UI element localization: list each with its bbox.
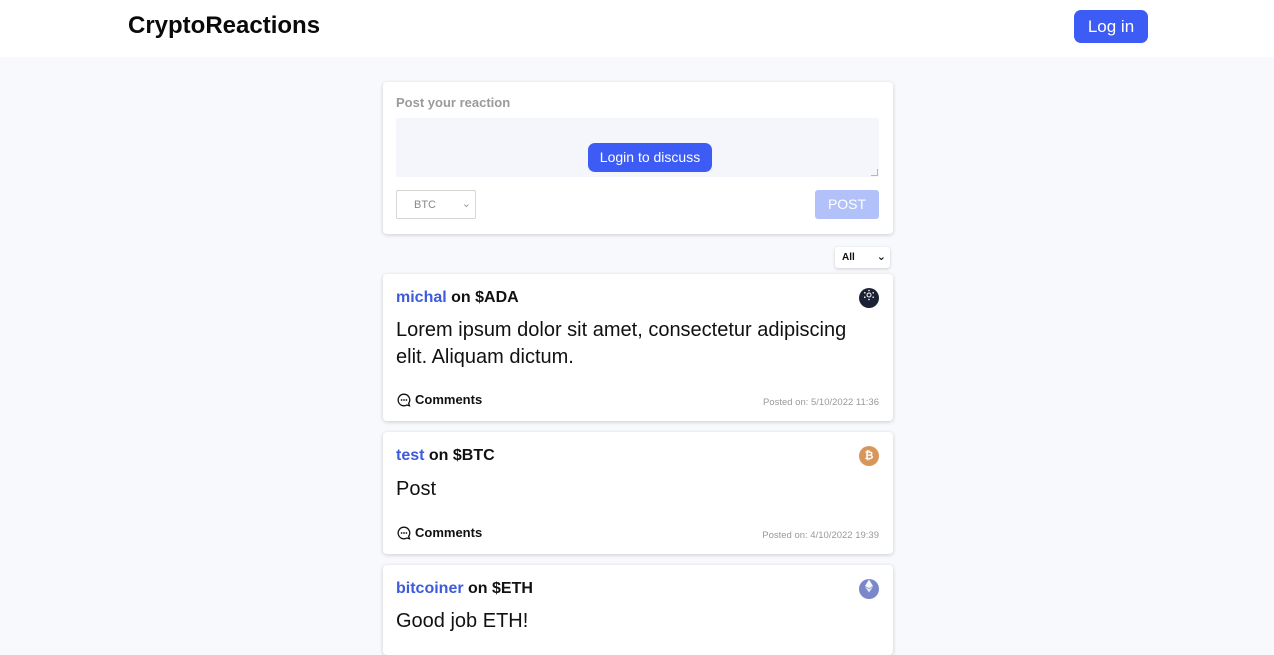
post-card: michal on $ADA Lorem ipsum dolor sit ame…	[383, 274, 893, 421]
feed-filter-select[interactable]: All ⌄	[835, 247, 890, 268]
post-timestamp: Posted on: 5/10/2022 11:36	[762, 397, 879, 408]
post-body: Lorem ipsum dolor sit amet, consectetur …	[396, 319, 847, 368]
ada-icon	[859, 288, 879, 308]
post-connector: on	[424, 447, 453, 464]
post-connector: on	[446, 289, 476, 306]
chat-bubble-icon	[397, 393, 411, 407]
top-nav: CryptoReactions Log in	[0, 0, 1274, 57]
post-coin-ticker: $ADA	[475, 289, 519, 306]
post-connector: on	[463, 580, 492, 597]
comments-link[interactable]: Comments	[397, 525, 482, 540]
ada-glyph	[864, 289, 874, 301]
bitcoin-icon: ₿	[859, 446, 879, 466]
composer-label: Post your reaction	[396, 95, 511, 110]
post-card: bitcoiner on $ETH Good job ETH!	[383, 565, 893, 655]
comments-label: Comments	[415, 525, 483, 540]
chat-bubble-icon	[397, 526, 411, 540]
comments-link[interactable]: Comments	[397, 392, 482, 407]
ethereum-icon	[859, 579, 879, 599]
post-timestamp: Posted on: 4/10/2022 19:39	[762, 530, 879, 541]
feed-filter-value: All	[842, 252, 855, 263]
reaction-textarea[interactable]: Login to discuss	[396, 118, 879, 177]
post-coin-ticker: $BTC	[452, 447, 495, 464]
comments-label: Comments	[415, 392, 483, 407]
post-header: test on $BTC	[396, 447, 495, 465]
brand-logo-text[interactable]: CryptoReactions	[128, 12, 320, 40]
login-button[interactable]: Log in	[1074, 10, 1148, 43]
post-author-link[interactable]: bitcoiner	[396, 580, 464, 597]
ethereum-glyph	[865, 579, 873, 593]
coin-select-value: BTC	[414, 199, 436, 211]
post-button[interactable]: POST	[815, 190, 879, 219]
post-author-link[interactable]: michal	[396, 289, 447, 306]
post-header: michal on $ADA	[396, 289, 519, 307]
post-header: bitcoiner on $ETH	[396, 580, 533, 598]
chevron-down-icon: ⌄	[876, 251, 886, 263]
resize-grip-icon[interactable]	[871, 169, 878, 176]
chevron-down-icon: ⌄	[461, 198, 471, 210]
post-body: Good job ETH!	[396, 610, 529, 632]
post-coin-ticker: $ETH	[492, 580, 533, 597]
post-composer: Post your reaction Login to discuss BTC …	[383, 82, 893, 234]
post-body: Post	[396, 478, 437, 500]
post-card: test on $BTC ₿ Post Comments Posted on: …	[383, 432, 893, 554]
coin-select[interactable]: BTC ⌄	[396, 190, 476, 219]
post-author-link[interactable]: test	[396, 447, 424, 464]
login-to-discuss-button[interactable]: Login to discuss	[588, 143, 712, 172]
